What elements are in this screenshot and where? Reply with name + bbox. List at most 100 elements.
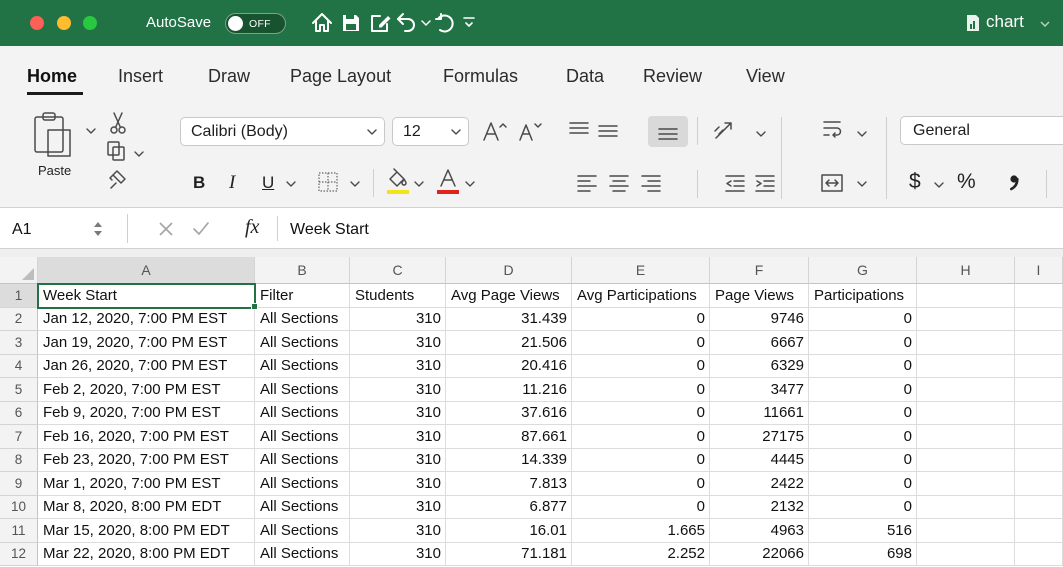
column-header-F[interactable]: F	[710, 257, 809, 284]
minimize-window-button[interactable]	[57, 16, 71, 30]
merge-center-icon[interactable]	[820, 171, 844, 195]
row-header-4[interactable]: 4	[0, 354, 38, 378]
cell-I5[interactable]	[1015, 378, 1063, 402]
cell-E6[interactable]: 0	[572, 401, 710, 425]
italic-button[interactable]: I	[229, 173, 235, 193]
cell-G10[interactable]: 0	[809, 495, 917, 519]
column-header-E[interactable]: E	[572, 257, 710, 284]
column-header-G[interactable]: G	[809, 257, 917, 284]
cell-G7[interactable]: 0	[809, 425, 917, 449]
cell-C5[interactable]: 310	[350, 378, 446, 402]
cell-G2[interactable]: 0	[809, 307, 917, 331]
cell-B6[interactable]: All Sections	[255, 401, 350, 425]
cell-H2[interactable]	[917, 307, 1015, 331]
cell-E12[interactable]: 2.252	[572, 542, 710, 566]
zoom-window-button[interactable]	[83, 16, 97, 30]
decrease-font-size-icon[interactable]	[517, 119, 543, 143]
cell-F6[interactable]: 11661	[710, 401, 809, 425]
undo-history-chevron-icon[interactable]	[421, 20, 431, 26]
close-window-button[interactable]	[30, 16, 44, 30]
cell-D4[interactable]: 20.416	[446, 354, 572, 378]
cell-A6[interactable]: Feb 9, 2020, 7:00 PM EST	[38, 401, 255, 425]
cell-H4[interactable]	[917, 354, 1015, 378]
cell-F11[interactable]: 4963	[710, 519, 809, 543]
font-name-dropdown[interactable]: Calibri (Body)	[180, 117, 385, 146]
cell-B10[interactable]: All Sections	[255, 495, 350, 519]
cell-B5[interactable]: All Sections	[255, 378, 350, 402]
cell-A8[interactable]: Feb 23, 2020, 7:00 PM EST	[38, 448, 255, 472]
home-icon[interactable]	[310, 11, 334, 35]
cell-B2[interactable]: All Sections	[255, 307, 350, 331]
cell-A12[interactable]: Mar 22, 2020, 8:00 PM EDT	[38, 542, 255, 566]
cell-A7[interactable]: Feb 16, 2020, 7:00 PM EST	[38, 425, 255, 449]
cell-F1[interactable]: Page Views	[710, 284, 809, 308]
cell-A2[interactable]: Jan 12, 2020, 7:00 PM EST	[38, 307, 255, 331]
cell-C9[interactable]: 310	[350, 472, 446, 496]
cell-I6[interactable]	[1015, 401, 1063, 425]
fill-color-icon[interactable]	[386, 167, 410, 195]
cell-F2[interactable]: 9746	[710, 307, 809, 331]
cell-G6[interactable]: 0	[809, 401, 917, 425]
cell-D9[interactable]: 7.813	[446, 472, 572, 496]
copy-icon[interactable]	[106, 140, 128, 162]
cell-D6[interactable]: 37.616	[446, 401, 572, 425]
tab-draw[interactable]: Draw	[208, 65, 250, 87]
column-header-A[interactable]: A	[38, 257, 255, 284]
cell-C12[interactable]: 310	[350, 542, 446, 566]
row-header-7[interactable]: 7	[0, 425, 38, 449]
row-header-5[interactable]: 5	[0, 378, 38, 402]
column-header-C[interactable]: C	[350, 257, 446, 284]
cell-H6[interactable]	[917, 401, 1015, 425]
orientation-icon[interactable]	[712, 118, 738, 142]
currency-chevron-down-icon[interactable]	[934, 182, 944, 188]
cell-E4[interactable]: 0	[572, 354, 710, 378]
row-header-6[interactable]: 6	[0, 401, 38, 425]
edit-icon[interactable]	[369, 12, 393, 34]
cell-I4[interactable]	[1015, 354, 1063, 378]
row-header-8[interactable]: 8	[0, 448, 38, 472]
top-align-icon[interactable]	[568, 119, 590, 143]
cell-G5[interactable]: 0	[809, 378, 917, 402]
tab-view[interactable]: View	[746, 65, 785, 87]
cell-B7[interactable]: All Sections	[255, 425, 350, 449]
tab-formulas[interactable]: Formulas	[443, 65, 518, 87]
cell-G1[interactable]: Participations	[809, 284, 917, 308]
row-header-11[interactable]: 11	[0, 519, 38, 543]
tab-insert[interactable]: Insert	[118, 65, 163, 87]
redo-icon[interactable]	[435, 11, 457, 35]
row-header-9[interactable]: 9	[0, 472, 38, 496]
column-header-H[interactable]: H	[917, 257, 1015, 284]
currency-format-button[interactable]: $	[909, 170, 921, 194]
format-painter-icon[interactable]	[107, 168, 129, 190]
row-header-1[interactable]: 1	[0, 284, 38, 308]
font-color-chevron-down-icon[interactable]	[465, 181, 475, 187]
cell-H10[interactable]	[917, 495, 1015, 519]
cell-E3[interactable]: 0	[572, 331, 710, 355]
bottom-align-icon[interactable]	[657, 119, 679, 143]
borders-chevron-down-icon[interactable]	[350, 181, 360, 187]
title-chevron-down-icon[interactable]	[1040, 21, 1050, 27]
customize-icon[interactable]	[462, 15, 476, 31]
cell-D3[interactable]: 21.506	[446, 331, 572, 355]
autosave-toggle[interactable]: OFF	[225, 13, 286, 34]
cell-C1[interactable]: Students	[350, 284, 446, 308]
merge-chevron-down-icon[interactable]	[857, 181, 867, 187]
cell-E2[interactable]: 0	[572, 307, 710, 331]
cell-F7[interactable]: 27175	[710, 425, 809, 449]
cell-D7[interactable]: 87.661	[446, 425, 572, 449]
decrease-indent-icon[interactable]	[724, 172, 746, 194]
cell-D10[interactable]: 6.877	[446, 495, 572, 519]
borders-icon[interactable]	[316, 170, 340, 194]
cell-I7[interactable]	[1015, 425, 1063, 449]
cell-H3[interactable]	[917, 331, 1015, 355]
increase-indent-icon[interactable]	[754, 172, 776, 194]
column-header-B[interactable]: B	[255, 257, 350, 284]
row-header-12[interactable]: 12	[0, 542, 38, 566]
enter-check-icon[interactable]	[192, 220, 210, 237]
font-color-icon[interactable]	[436, 167, 460, 195]
number-format-dropdown[interactable]: General	[900, 116, 1063, 145]
percent-style-button[interactable]: %	[957, 170, 976, 194]
cell-A4[interactable]: Jan 26, 2020, 7:00 PM EST	[38, 354, 255, 378]
wrap-text-chevron-down-icon[interactable]	[857, 131, 867, 137]
fill-color-chevron-down-icon[interactable]	[414, 181, 424, 187]
